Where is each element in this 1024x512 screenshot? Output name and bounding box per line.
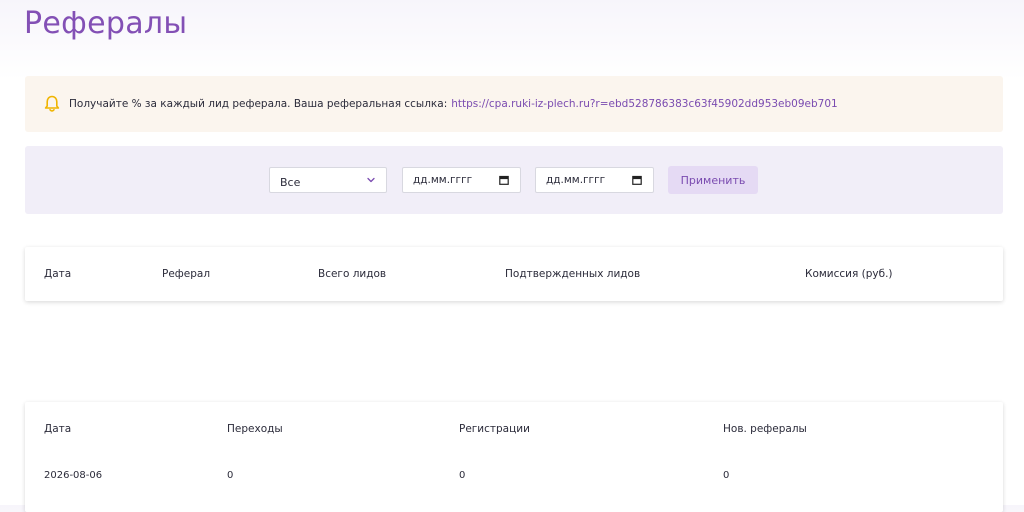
column-header-commission[interactable]: Комиссия (руб.) [805,268,893,280]
bell-icon [44,95,60,113]
cell-new-referrals: 0 [723,470,730,481]
page-title: Рефералы [24,6,188,41]
column-header-clicks[interactable]: Переходы [227,423,283,435]
date-to-placeholder: дд.мм.гггг [546,174,606,186]
column-header-date[interactable]: Дата [44,268,71,280]
filter-panel: Все дд.мм.гггг дд.мм.гггг Применить [25,146,1003,214]
stats-table: Дата Переходы Регистрации Нов. рефералы … [25,402,1003,512]
cell-registrations: 0 [459,470,466,481]
chevron-down-icon [367,177,375,183]
status-select-value: Все [280,176,301,189]
cell-clicks: 0 [227,470,234,481]
column-header-date[interactable]: Дата [44,423,71,435]
referral-link[interactable]: https://cpa.ruki-iz-plech.ru?r=ebd528786… [451,98,837,110]
column-header-total-leads[interactable]: Всего лидов [318,268,386,280]
column-header-referral[interactable]: Реферал [162,268,210,280]
column-header-confirmed-leads[interactable]: Подтвержденных лидов [505,268,640,280]
date-to-field[interactable]: дд.мм.гггг [535,167,654,193]
calendar-icon[interactable] [499,175,509,185]
date-from-placeholder: дд.мм.гггг [413,174,473,186]
apply-button[interactable]: Применить [668,166,758,194]
referral-alert: Получайте % за каждый лид реферала. Ваша… [25,76,1003,132]
calendar-icon[interactable] [632,175,642,185]
cell-date: 2026-08-06 [44,470,103,481]
referrals-table: Дата Реферал Всего лидов Подтвержденных … [25,247,1003,301]
column-header-registrations[interactable]: Регистрации [459,423,530,435]
status-select[interactable]: Все [269,167,387,193]
date-from-field[interactable]: дд.мм.гггг [402,167,521,193]
column-header-new-referrals[interactable]: Нов. рефералы [723,423,807,435]
alert-text: Получайте % за каждый лид реферала. Ваша… [69,98,448,110]
